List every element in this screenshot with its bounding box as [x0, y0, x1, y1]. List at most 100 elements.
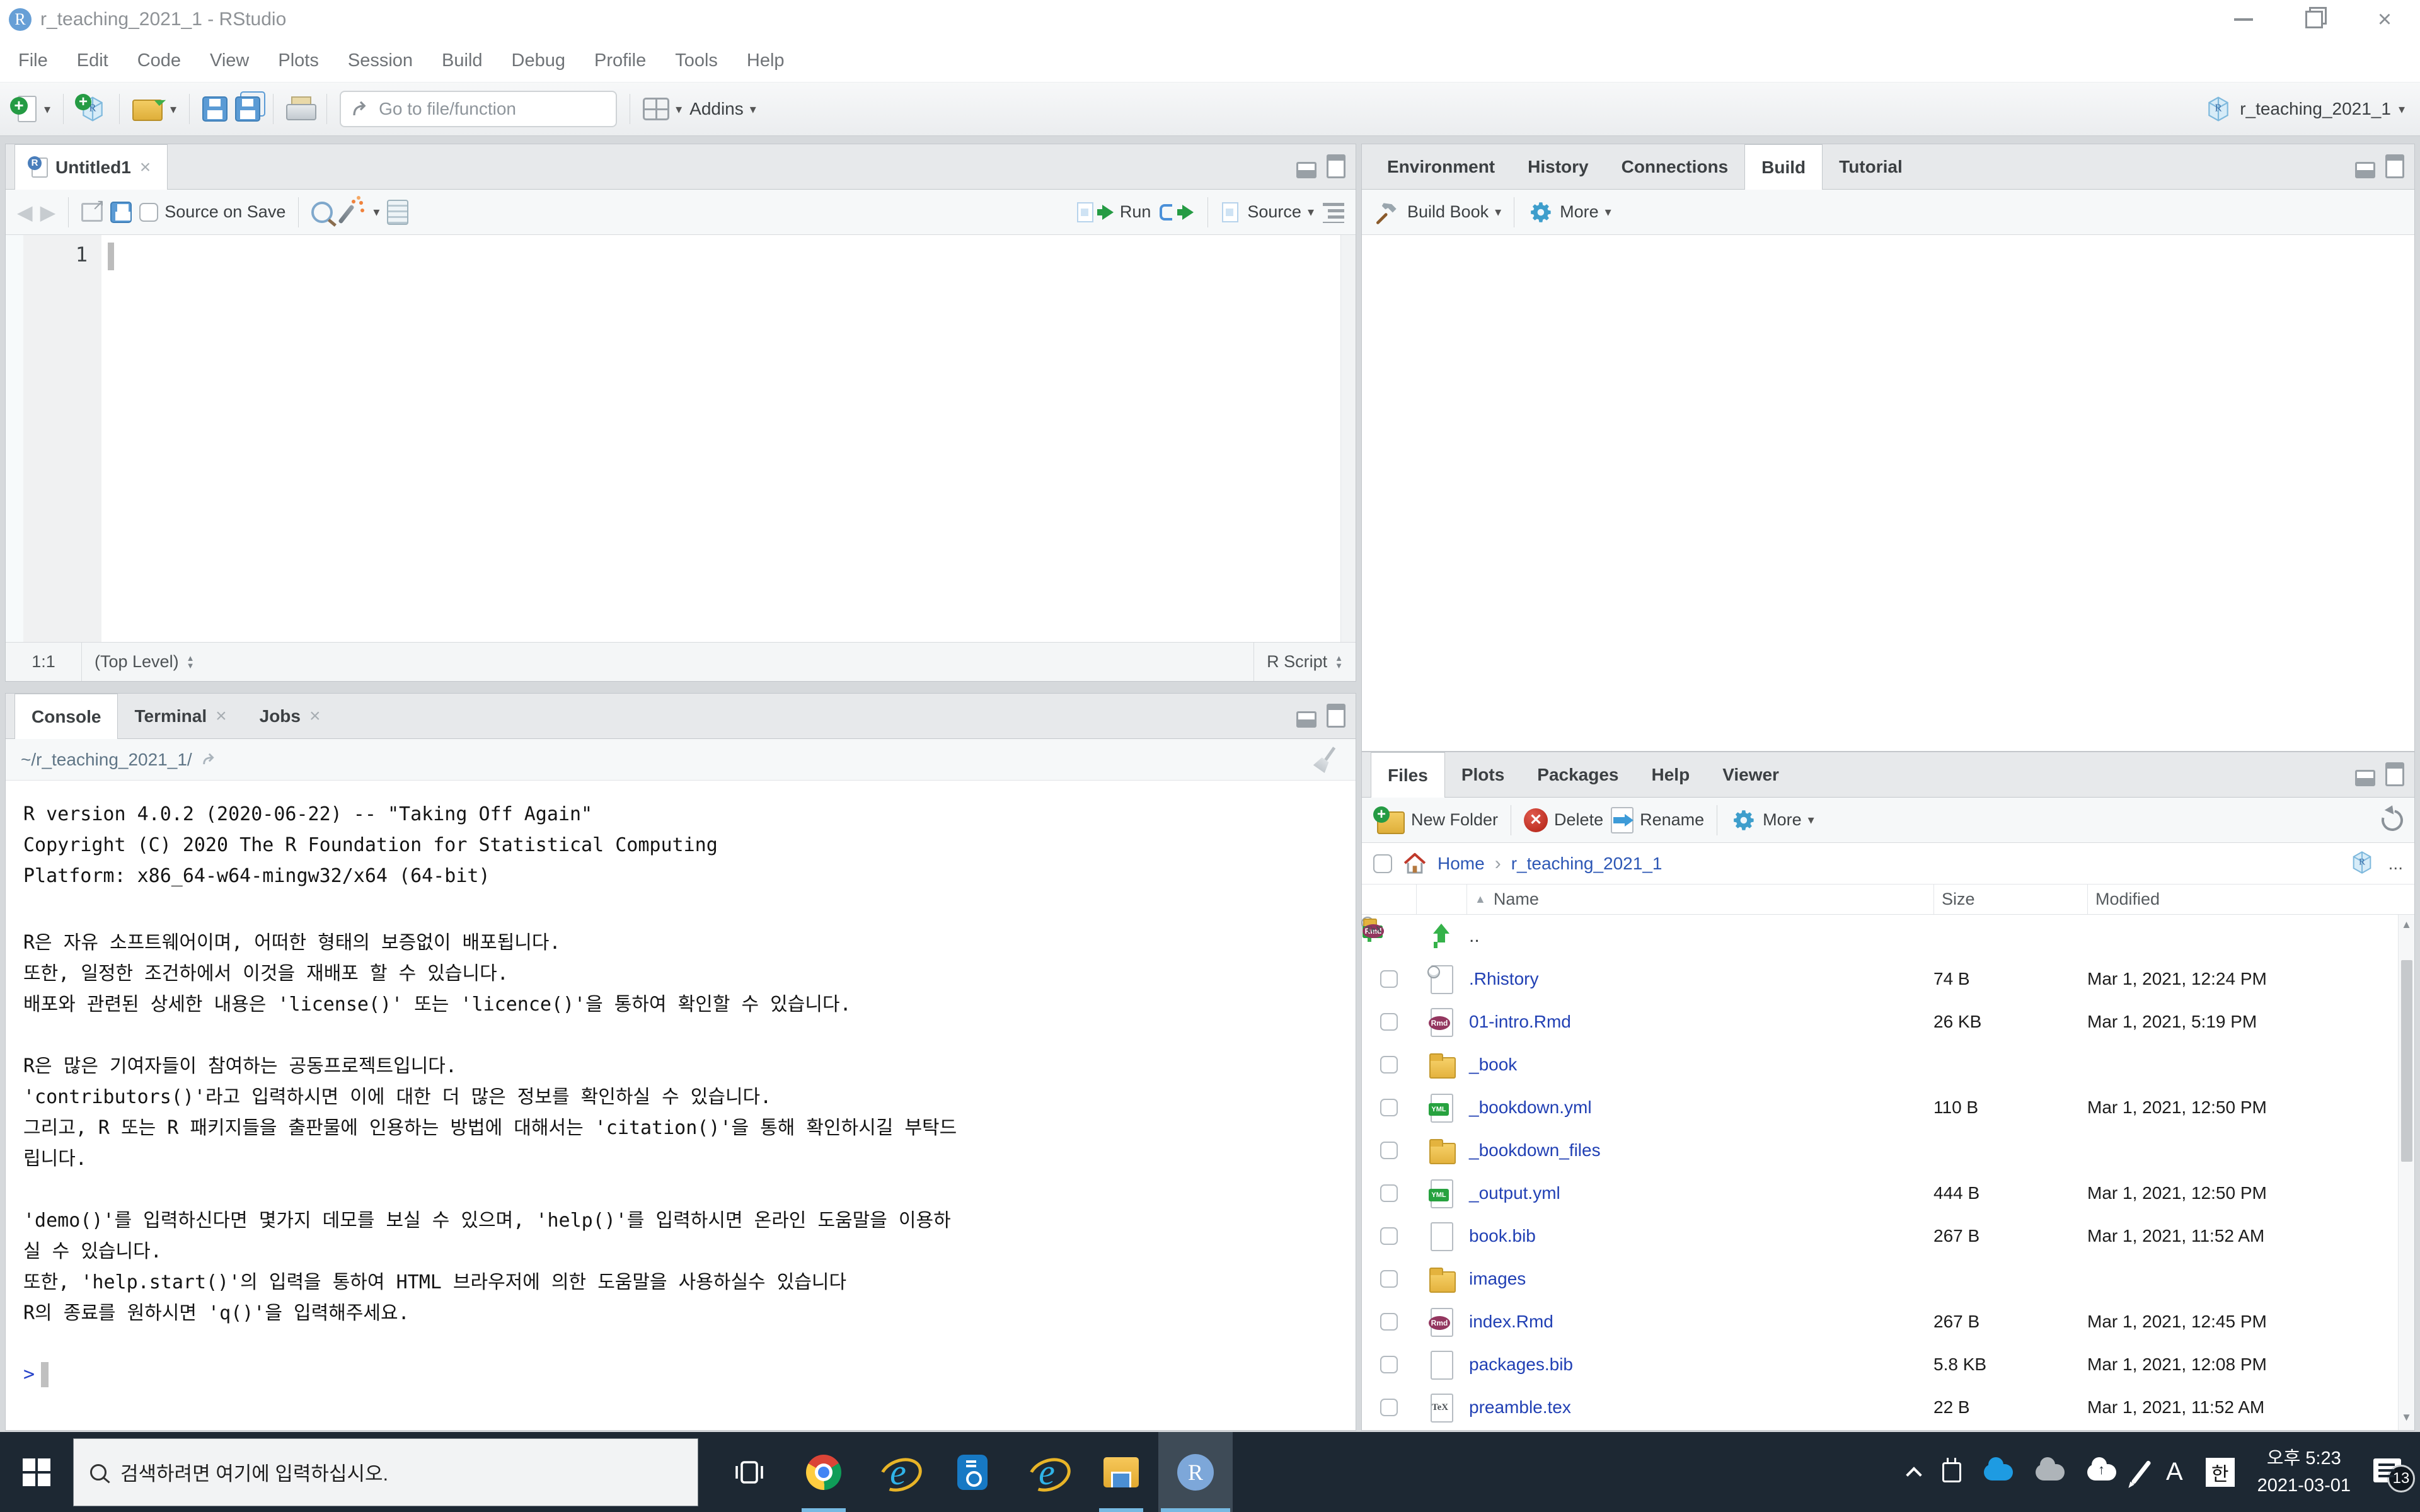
home-icon[interactable] [1402, 851, 1427, 876]
file-checkbox[interactable] [1380, 1313, 1398, 1331]
maximize-pane-icon[interactable] [2385, 762, 2404, 786]
scope-selector[interactable]: (Top Level)▲▼ [82, 652, 1253, 672]
menu-item[interactable]: Session [333, 50, 427, 71]
file-row[interactable]: index.Rmd 267 B Mar 1, 2021, 12:45 PM [1362, 1300, 2414, 1343]
start-button[interactable] [0, 1432, 73, 1512]
restore-button[interactable] [2279, 0, 2349, 39]
file-checkbox[interactable] [1380, 1099, 1398, 1116]
file-name-link[interactable]: .Rhistory [1466, 969, 1933, 989]
print-button[interactable] [286, 96, 314, 122]
action-center-button[interactable]: 13 [2373, 1458, 2405, 1486]
taskbar-internet-explorer-2[interactable]: e [1010, 1432, 1084, 1512]
tab-terminal[interactable]: Terminal× [118, 694, 243, 738]
menu-item[interactable]: Build [427, 50, 497, 71]
taskbar-internet-explorer[interactable]: e [861, 1432, 935, 1512]
console-output[interactable]: R version 4.0.2 (2020-06-22) -- "Taking … [6, 781, 1356, 1390]
taskbar-rstudio[interactable]: R [1158, 1432, 1233, 1512]
console-input[interactable]: > [23, 1359, 1343, 1390]
maximize-pane-icon[interactable] [2385, 154, 2404, 178]
menu-item[interactable]: Edit [62, 50, 123, 71]
menu-item[interactable]: File [4, 50, 62, 71]
file-row[interactable]: images [1362, 1257, 2414, 1300]
ime-latin-indicator[interactable]: A [2166, 1458, 2183, 1486]
minimize-pane-icon[interactable] [1296, 711, 1317, 728]
minimize-pane-icon[interactable] [1296, 162, 1317, 178]
tab-packages[interactable]: Packages [1521, 752, 1635, 797]
file-name-link[interactable]: book.bib [1466, 1226, 1933, 1246]
hidden-icons-chevron[interactable] [1906, 1467, 1922, 1482]
save-button[interactable] [202, 96, 228, 122]
file-row[interactable]: _bookdown_files [1362, 1129, 2414, 1172]
pen-icon[interactable] [2131, 1460, 2152, 1484]
project-selector[interactable]: R r_teaching_2021_1 ▾ [2204, 95, 2405, 123]
file-name-link[interactable]: .. [1466, 925, 1933, 947]
goto-directory-icon[interactable] [201, 751, 219, 769]
task-view-button[interactable] [712, 1432, 786, 1512]
file-checkbox[interactable] [1380, 1184, 1398, 1202]
file-name-link[interactable]: _output.yml [1466, 1183, 1933, 1203]
files-scrollbar[interactable]: ▲ ▼ [2398, 915, 2414, 1430]
tab-build[interactable]: Build [1744, 144, 1823, 190]
file-row[interactable]: .. [1362, 915, 2414, 958]
run-button[interactable]: Run [1077, 202, 1151, 222]
goto-file-function-input[interactable]: Go to file/function [340, 91, 617, 127]
column-header-size[interactable]: Size [1933, 885, 2087, 914]
compile-report-icon[interactable] [387, 200, 408, 225]
delete-button[interactable]: Delete [1524, 808, 1603, 832]
open-file-button[interactable]: ▾ [132, 96, 176, 122]
breadcrumb-home[interactable]: Home [1438, 854, 1485, 874]
file-checkbox[interactable] [1380, 1227, 1398, 1245]
tab-plots[interactable]: Plots [1445, 752, 1521, 797]
maximize-pane-icon[interactable] [1327, 704, 1345, 728]
maximize-pane-icon[interactable] [1327, 154, 1345, 178]
file-checkbox[interactable] [1380, 1270, 1398, 1288]
file-row[interactable]: 01-intro.Rmd 26 KB Mar 1, 2021, 5:19 PM [1362, 1000, 2414, 1043]
new-project-button[interactable]: R [76, 94, 107, 124]
file-name-link[interactable]: _bookdown_files [1466, 1140, 1933, 1160]
file-row[interactable]: _bookdown.yml 110 B Mar 1, 2021, 12:50 P… [1362, 1086, 2414, 1129]
breadcrumb-project[interactable]: r_teaching_2021_1 [1511, 854, 1662, 874]
file-row[interactable]: .Rhistory 74 B Mar 1, 2021, 12:24 PM [1362, 958, 2414, 1000]
minimize-pane-icon[interactable] [2355, 162, 2375, 178]
file-name-link[interactable]: packages.bib [1466, 1354, 1933, 1375]
file-name-link[interactable]: index.Rmd [1466, 1312, 1933, 1332]
scroll-down-icon[interactable]: ▼ [2401, 1407, 2412, 1428]
minimize-pane-icon[interactable] [2355, 770, 2375, 786]
menu-item[interactable]: Tools [660, 50, 732, 71]
save-all-button[interactable] [235, 96, 260, 122]
files-more-button[interactable]: More ▾ [1730, 807, 1814, 833]
taskbar-search-input[interactable]: 검색하려면 여기에 입력하십시오. [73, 1438, 698, 1506]
file-checkbox[interactable] [1380, 970, 1398, 988]
code-editor[interactable]: 1 [6, 235, 1356, 643]
file-name-link[interactable]: images [1466, 1269, 1933, 1289]
file-row[interactable]: packages.bib 5.8 KB Mar 1, 2021, 12:08 P… [1362, 1343, 2414, 1386]
code-tools-icon[interactable] [340, 200, 366, 225]
menu-item[interactable]: Code [123, 50, 195, 71]
source-on-save-checkbox[interactable]: Source on Save [139, 202, 285, 222]
forward-icon[interactable]: ▶ [40, 200, 56, 224]
new-folder-button[interactable]: New Folder [1373, 806, 1498, 834]
rename-button[interactable]: Rename [1611, 807, 1704, 833]
tab-help[interactable]: Help [1635, 752, 1707, 797]
file-row[interactable]: _output.yml 444 B Mar 1, 2021, 12:50 PM [1362, 1172, 2414, 1215]
file-name-link[interactable]: preamble.tex [1466, 1397, 1933, 1418]
document-outline-icon[interactable] [1323, 202, 1344, 223]
menu-item[interactable]: Profile [580, 50, 660, 71]
file-name-link[interactable]: _book [1466, 1055, 1933, 1075]
tab-console[interactable]: Console [14, 694, 118, 739]
tab-files[interactable]: Files [1371, 752, 1445, 798]
file-checkbox[interactable] [1380, 1056, 1398, 1074]
clear-console-icon[interactable] [1308, 741, 1345, 778]
menu-item[interactable]: Help [732, 50, 799, 71]
tab-untitled1[interactable]: Untitled1 × [14, 144, 168, 190]
file-checkbox[interactable] [1380, 1013, 1398, 1031]
save-icon[interactable] [110, 202, 132, 223]
editor-scrollbar[interactable] [1340, 235, 1356, 643]
file-row[interactable]: book.bib 267 B Mar 1, 2021, 11:52 AM [1362, 1215, 2414, 1257]
taskbar-file-explorer[interactable] [1084, 1432, 1158, 1512]
open-new-window-icon[interactable] [81, 203, 103, 222]
breadcrumb-overflow[interactable]: ... [2388, 854, 2403, 874]
close-tab-icon[interactable]: × [309, 706, 321, 727]
file-checkbox[interactable] [1380, 1142, 1398, 1159]
onedrive-icon[interactable] [1984, 1464, 2013, 1480]
